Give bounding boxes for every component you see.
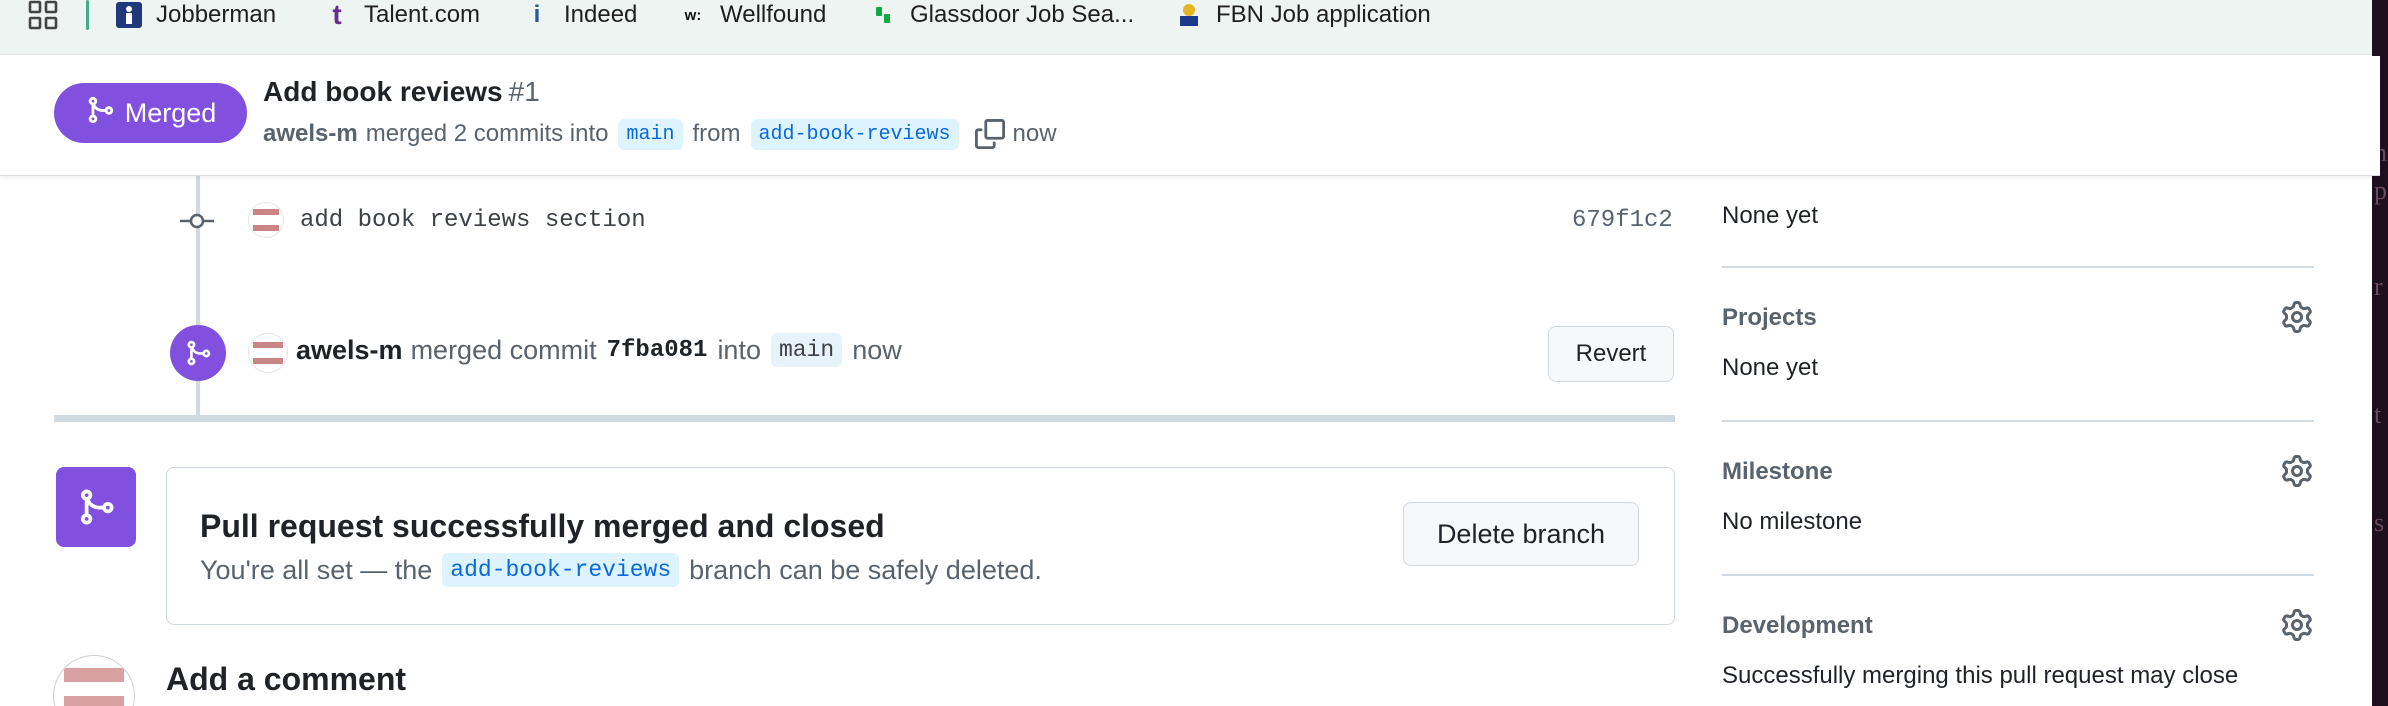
git-merge-icon bbox=[85, 95, 115, 132]
bookmarks-separator bbox=[86, 0, 89, 30]
sidebar-milestone-title[interactable]: Milestone bbox=[1722, 458, 1833, 486]
commit-sha-link[interactable]: 679f1c2 bbox=[1572, 207, 1673, 234]
merge-target-branch[interactable]: main bbox=[770, 333, 843, 367]
merge-event-text: awels-m merged commit 7fba081 into main … bbox=[296, 333, 902, 367]
base-branch-pill[interactable]: main bbox=[618, 118, 683, 150]
sidebar-projects-title[interactable]: Projects bbox=[1722, 304, 1817, 332]
current-user-avatar[interactable] bbox=[53, 655, 135, 706]
edge-letter: s bbox=[2374, 508, 2385, 537]
merged-box-title: Pull request successfully merged and clo… bbox=[200, 508, 885, 544]
merge-time: now bbox=[852, 334, 902, 365]
sidebar-divider bbox=[1722, 420, 2314, 422]
sidebar-milestone: Milestone No milestone bbox=[1722, 454, 2314, 535]
sidebar-milestone-value: No milestone bbox=[1722, 508, 1863, 535]
talent-icon: t bbox=[332, 0, 342, 30]
head-branch-pill[interactable]: add-book-reviews bbox=[750, 118, 959, 150]
wellfound-icon: w: bbox=[684, 6, 702, 24]
bookmark-label: FBN Job application bbox=[1216, 1, 1431, 28]
jobberman-icon bbox=[116, 2, 142, 28]
bookmark-label: Indeed bbox=[564, 1, 638, 28]
pr-title: Add book reviews #1 bbox=[263, 76, 540, 108]
fbn-icon bbox=[1176, 2, 1202, 28]
merge-action-text: merged commit bbox=[410, 334, 597, 365]
pr-time: now bbox=[1012, 120, 1057, 147]
gear-icon[interactable] bbox=[2280, 454, 2314, 488]
bookmark-jobberman[interactable]: Jobberman bbox=[116, 0, 276, 30]
pr-from-text: from bbox=[692, 120, 741, 147]
pr-sticky-header: Merged Add book reviews #1 awels-m merged… bbox=[0, 56, 2380, 176]
revert-button[interactable]: Revert bbox=[1548, 326, 1674, 382]
sidebar-projects-value: None yet bbox=[1722, 354, 1819, 381]
edge-letter: p bbox=[2374, 176, 2387, 205]
apps-grid-icon[interactable] bbox=[28, 0, 58, 30]
git-merge-icon bbox=[56, 467, 136, 547]
git-commit-icon bbox=[176, 198, 218, 244]
merged-status-label: Merged bbox=[124, 97, 217, 128]
pr-title-text: Add book reviews bbox=[263, 76, 503, 107]
timeline-divider bbox=[54, 415, 1675, 422]
commit-row: add book reviews section 679f1c2 bbox=[176, 198, 1676, 244]
merged-box-description: You're all set — the add-book-reviews br… bbox=[200, 553, 1042, 587]
pr-number: #1 bbox=[508, 76, 540, 107]
sidebar-development-title[interactable]: Development bbox=[1722, 612, 1873, 640]
merger-avatar[interactable] bbox=[248, 333, 288, 373]
add-comment-heading: Add a comment bbox=[166, 661, 407, 697]
sidebar-projects: Projects None yet bbox=[1722, 300, 2314, 381]
bookmark-label: Jobberman bbox=[156, 1, 277, 28]
merged-branch-pill[interactable]: add-book-reviews bbox=[442, 553, 680, 587]
merge-into-text: into bbox=[717, 334, 761, 365]
gear-icon[interactable] bbox=[2280, 608, 2314, 642]
merged-status-badge: Merged bbox=[54, 83, 247, 143]
bookmark-glassdoor[interactable]: Glassdoor Job Sea... bbox=[870, 0, 1134, 30]
sidebar-development-value: Successfully merging this pull request m… bbox=[1722, 662, 2239, 689]
sidebar-top-value-text: None yet bbox=[1722, 202, 1819, 229]
git-merge-icon bbox=[170, 325, 226, 381]
copy-icon[interactable] bbox=[974, 119, 1005, 149]
bookmark-fbn[interactable]: FBN Job application bbox=[1176, 0, 1431, 30]
bookmark-indeed[interactable]: i Indeed bbox=[524, 0, 638, 30]
bookmarks-bar: Jobberman t Talent.com i Indeed w: Wellf… bbox=[0, 0, 2388, 55]
commit-message-link[interactable]: add book reviews section bbox=[300, 207, 646, 234]
bookmark-wellfound[interactable]: w: Wellfound bbox=[680, 0, 827, 30]
delete-branch-button[interactable]: Delete branch bbox=[1403, 502, 1639, 566]
sidebar-divider bbox=[1722, 266, 2314, 268]
edge-letter: r bbox=[2374, 272, 2383, 301]
bookmark-label: Talent.com bbox=[364, 1, 481, 28]
merged-desc-after: branch can be safely deleted. bbox=[689, 554, 1042, 585]
merge-commit-sha-link[interactable]: 7fba081 bbox=[607, 337, 708, 364]
sidebar-divider bbox=[1722, 574, 2314, 576]
sidebar-top-value: None yet bbox=[1722, 202, 2314, 230]
merge-author-link[interactable]: awels-m bbox=[296, 335, 403, 366]
edge-letter: t bbox=[2374, 400, 2382, 429]
commit-author-avatar[interactable] bbox=[248, 202, 284, 238]
sidebar-development: Development Successfully merging this pu… bbox=[1722, 608, 2314, 706]
gear-icon[interactable] bbox=[2280, 300, 2314, 334]
pr-author-link[interactable]: awels-m bbox=[263, 120, 358, 148]
glassdoor-icon bbox=[870, 2, 896, 28]
merged-status-box: Pull request successfully merged and clo… bbox=[166, 467, 1675, 625]
bookmark-label: Glassdoor Job Sea... bbox=[910, 1, 1135, 28]
merge-event: awels-m merged commit 7fba081 into main … bbox=[170, 320, 1675, 382]
merged-desc-before: You're all set — the bbox=[200, 554, 433, 585]
pr-merged-text: merged 2 commits into bbox=[365, 120, 609, 147]
pr-meta-line: awels-m merged 2 commits into main from … bbox=[263, 116, 1057, 152]
indeed-icon: i bbox=[533, 1, 541, 28]
bookmark-label: Wellfound bbox=[720, 1, 827, 28]
bookmark-talent[interactable]: t Talent.com bbox=[324, 0, 480, 30]
